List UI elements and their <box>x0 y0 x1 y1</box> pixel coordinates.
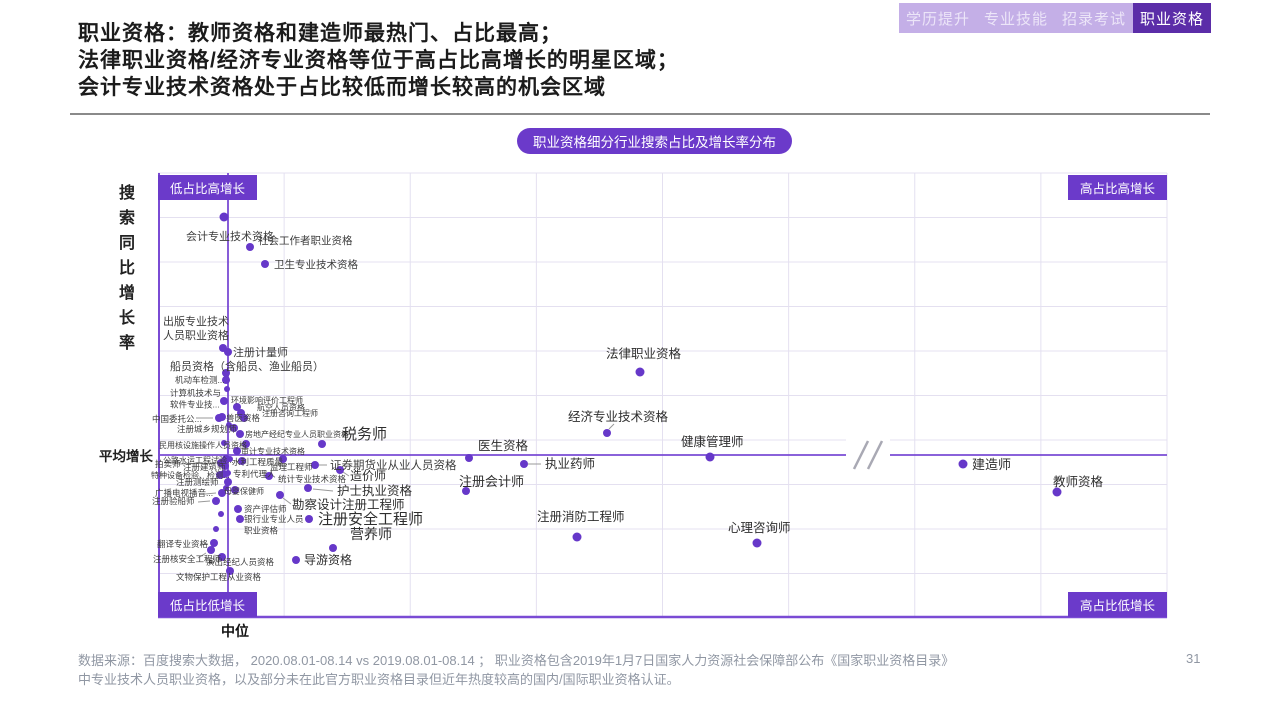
data-point <box>465 454 473 462</box>
data-point <box>236 515 244 523</box>
data-point <box>220 213 229 222</box>
data-point-label: 母婴保健师 <box>224 486 264 496</box>
page-title: 职业资格：教师资格和建造师最热门、占比最高； 法律职业资格/经济专业资格等位于高… <box>78 20 679 101</box>
data-point-label: 计算机技术与软件专业技... <box>170 388 221 410</box>
data-point <box>210 539 218 547</box>
data-point-label: 拍卖师 <box>155 459 181 469</box>
data-point-label: 建造师 <box>972 457 1011 472</box>
data-point-label: 文物保护工程从业资格 <box>176 572 262 582</box>
median-line-label: 中位 <box>221 621 249 641</box>
data-point <box>292 556 300 564</box>
data-point <box>318 440 326 448</box>
slide: 学历提升 专业技能 招录考试 职业资格 职业资格：教师资格和建造师最热门、占比最… <box>0 0 1280 720</box>
data-point-label: 勘察设计注册工程师 <box>292 497 405 512</box>
data-point-label: 医生资格 <box>478 438 529 453</box>
data-point-label: 心理咨询师 <box>728 520 791 535</box>
data-point-label: 经济专业技术资格 <box>568 409 669 424</box>
data-point-label: 出版专业技术人员职业资格 <box>163 314 229 342</box>
data-point-label: 注册验船师 <box>152 496 195 506</box>
tab-zhaolu-kaoshi[interactable]: 招录考试 <box>1055 3 1133 33</box>
data-point-label: 翻译专业资格 <box>157 539 209 549</box>
data-point-label: 船员资格（含船员、渔业船员） <box>170 359 324 373</box>
data-point-label: 资产评估师 <box>244 504 287 514</box>
data-point <box>224 348 232 356</box>
data-source-note: 数据来源：百度搜索大数据， 2020.08.01-08.14 vs 2019.0… <box>78 651 954 689</box>
title-line-1: 职业资格：教师资格和建造师最热门、占比最高； <box>78 20 679 47</box>
data-point <box>261 260 269 268</box>
page-number: 31 <box>1186 651 1200 666</box>
tab-zhuanye-jineng[interactable]: 专业技能 <box>977 3 1055 33</box>
data-point-label: 注册城乡规划师 <box>177 424 237 434</box>
data-point-label: 银行业专业人员职业资格 <box>244 514 304 536</box>
data-point-label: 执业药师 <box>545 457 595 471</box>
data-point <box>246 243 254 251</box>
data-point-label: 专利代理人 <box>233 469 276 479</box>
footer-line-1: 数据来源：百度搜索大数据， 2020.08.01-08.14 vs 2019.0… <box>78 651 954 670</box>
data-point <box>220 397 228 405</box>
leader-line <box>313 489 333 491</box>
data-point <box>959 460 968 469</box>
data-point-label: 演出经纪人员资格 <box>206 557 275 567</box>
data-point-label: 注册测绘师 <box>176 477 219 487</box>
average-line-label: 平均增长 <box>99 445 153 465</box>
quadrant-badge-high-share-high-growth: 高占比高增长 <box>1068 175 1167 200</box>
quadrant-badge-low-share-high-growth: 低占比高增长 <box>158 175 257 200</box>
data-point-label: 社会工作者职业资格 <box>258 234 353 247</box>
leader-line <box>198 501 210 502</box>
title-divider <box>70 113 1210 115</box>
data-point <box>706 453 715 462</box>
quadrant-badge-high-share-low-growth: 高占比低增长 <box>1068 592 1167 617</box>
data-point-label: 卫生专业技术资格 <box>274 258 358 271</box>
data-point-label: 法律职业资格 <box>606 346 682 361</box>
data-point-label: 中国委托公... <box>152 414 202 424</box>
data-point <box>329 544 337 552</box>
data-point-label: 监理工程师 <box>270 462 313 472</box>
data-point <box>207 546 215 554</box>
data-point <box>224 386 230 392</box>
data-point <box>234 505 242 513</box>
data-point <box>520 460 528 468</box>
data-point-label: 注册咨询工程师 <box>262 408 318 418</box>
chart-title-badge: 职业资格细分行业搜索占比及增长率分布 <box>517 128 792 154</box>
footer-line-2: 中专业技术人员职业资格，以及部分未在此官方职业资格目录但近年热度较高的国内/国际… <box>78 670 954 689</box>
data-point-label: 审计专业技术资格 <box>241 446 305 456</box>
title-line-3: 会计专业技术资格处于占比较低而增长较高的机会区域 <box>78 74 679 101</box>
scatter-plot: 会计专业技术资格社会工作者职业资格卫生专业技术资格出版专业技术人员职业资格注册计… <box>158 173 1167 618</box>
leader-line <box>609 424 614 429</box>
data-point <box>212 497 220 505</box>
y-axis-label: 搜索同比增长率 <box>116 181 138 356</box>
title-line-2: 法律职业资格/经济专业资格等位于高占比高增长的明星区域； <box>78 47 679 74</box>
tab-xueli-tisheng[interactable]: 学历提升 <box>899 3 977 33</box>
data-point-label: 兽医资格 <box>226 413 261 423</box>
data-point-label: 护士执业资格 <box>337 483 413 498</box>
data-point-label: 注册计量师 <box>233 345 288 359</box>
data-point <box>218 511 224 517</box>
data-point <box>276 491 284 499</box>
data-point <box>753 539 762 548</box>
data-point <box>236 430 244 438</box>
data-point-label: 导游资格 <box>304 552 352 567</box>
data-point-label: 造价师 <box>350 469 386 483</box>
data-point-label: 营养师 <box>350 526 392 542</box>
data-point-label: 机动车检测... <box>175 375 225 385</box>
data-point <box>218 413 226 421</box>
nav-tabs: 学历提升 专业技能 招录考试 职业资格 <box>899 3 1211 33</box>
data-point-label: 健康管理师 <box>681 434 744 449</box>
data-point-label: 民用核设施操作人员资格 <box>159 440 247 450</box>
data-point-label: 统计专业技术资格 <box>278 474 347 484</box>
data-point-label: 注册消防工程师 <box>537 509 625 524</box>
data-point <box>304 484 312 492</box>
data-point <box>573 533 582 542</box>
data-point-label: 注册会计师 <box>459 474 524 489</box>
data-point-label: 房地产经纪专业人员职业资格 <box>245 429 349 439</box>
data-point <box>636 368 645 377</box>
quadrant-badge-low-share-low-growth: 低占比低增长 <box>158 592 257 617</box>
data-point-label: 教师资格 <box>1053 474 1104 489</box>
tab-zhiye-zige[interactable]: 职业资格 <box>1133 3 1211 33</box>
data-point <box>213 526 219 532</box>
data-point <box>305 515 313 523</box>
data-point <box>603 429 611 437</box>
data-point-label: 税务师 <box>342 426 387 443</box>
